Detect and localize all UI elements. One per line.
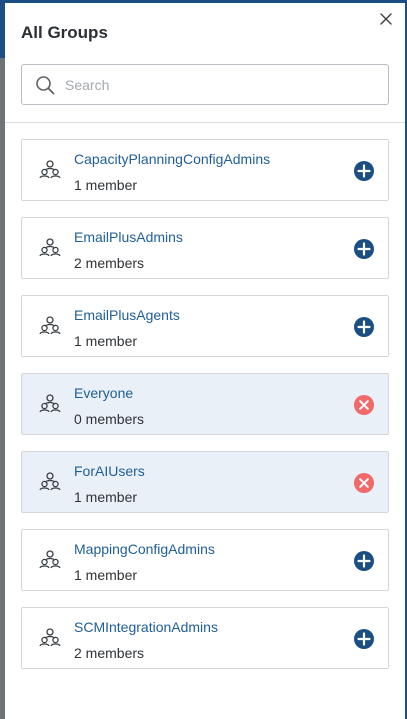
add-group-button[interactable] — [353, 160, 375, 182]
add-group-button[interactable] — [353, 550, 375, 572]
group-icon — [39, 393, 61, 413]
group-member-count: 1 member — [74, 333, 138, 349]
group-name[interactable]: SCMIntegrationAdmins — [74, 619, 218, 635]
plus-circle-icon — [354, 317, 374, 337]
group-name[interactable]: ForAIUsers — [74, 463, 145, 479]
group-icon — [39, 315, 61, 335]
group-list: CapacityPlanningConfigAdmins 1 member Emai… — [21, 139, 389, 685]
group-icon — [39, 471, 61, 491]
group-item[interactable]: CapacityPlanningConfigAdmins 1 member — [21, 139, 389, 201]
plus-circle-icon — [354, 551, 374, 571]
group-name[interactable]: MappingConfigAdmins — [74, 541, 215, 557]
panel-title: All Groups — [21, 23, 108, 42]
add-group-button[interactable] — [353, 316, 375, 338]
group-member-count: 1 member — [74, 489, 138, 505]
group-name[interactable]: EmailPlusAdmins — [74, 229, 183, 245]
group-icon — [39, 237, 61, 257]
remove-group-button[interactable] — [353, 472, 375, 494]
remove-circle-icon — [354, 395, 374, 415]
group-member-count: 2 members — [74, 645, 145, 661]
plus-circle-icon — [354, 239, 374, 259]
group-item[interactable]: ForAIUsers 1 member — [21, 451, 389, 513]
group-icon — [39, 627, 61, 647]
divider — [5, 122, 405, 123]
group-item[interactable]: MappingConfigAdmins 1 member — [21, 529, 389, 591]
group-name[interactable]: Everyone — [74, 385, 133, 401]
group-name[interactable]: CapacityPlanningConfigAdmins — [74, 151, 270, 167]
group-item[interactable]: EmailPlusAgents 1 member — [21, 295, 389, 357]
group-name[interactable]: EmailPlusAgents — [74, 307, 180, 323]
search-box[interactable] — [21, 64, 389, 105]
group-member-count: 1 member — [74, 177, 138, 193]
remove-group-button[interactable] — [353, 394, 375, 416]
search-icon — [36, 75, 55, 94]
group-item[interactable]: EmailPlusAdmins 2 members — [21, 217, 389, 279]
group-member-count: 0 members — [74, 411, 145, 427]
group-member-count: 1 member — [74, 567, 138, 583]
group-member-count: 2 members — [74, 255, 145, 271]
add-group-button[interactable] — [353, 628, 375, 650]
plus-circle-icon — [354, 161, 374, 181]
group-icon — [39, 549, 61, 569]
group-item[interactable]: SCMIntegrationAdmins 2 members — [21, 607, 389, 669]
plus-circle-icon — [354, 629, 374, 649]
all-groups-panel: All Groups CapacityPlanningConfigAdmins 1… — [5, 3, 405, 719]
remove-circle-icon — [354, 473, 374, 493]
group-icon — [39, 159, 61, 179]
close-button[interactable] — [377, 10, 395, 28]
group-item[interactable]: Everyone 0 members — [21, 373, 389, 435]
search-input[interactable] — [65, 69, 388, 100]
close-icon — [380, 13, 392, 25]
add-group-button[interactable] — [353, 238, 375, 260]
